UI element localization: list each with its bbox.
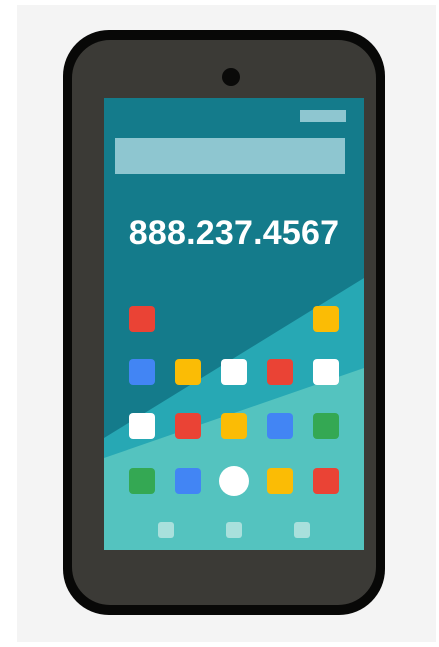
smartphone-illustration: 888.237.4567 <box>63 30 385 615</box>
app-icon[interactable] <box>313 413 339 439</box>
dock-icon[interactable] <box>226 522 242 538</box>
app-icon[interactable] <box>175 359 201 385</box>
app-icon[interactable] <box>129 468 155 494</box>
app-icon[interactable] <box>221 359 247 385</box>
status-bar <box>300 110 346 122</box>
camera-icon <box>222 68 240 86</box>
app-icon[interactable] <box>313 468 339 494</box>
app-icon[interactable] <box>175 413 201 439</box>
app-icon[interactable] <box>129 306 155 332</box>
app-icon[interactable] <box>175 468 201 494</box>
dock-icon[interactable] <box>294 522 310 538</box>
search-bar[interactable] <box>115 138 345 174</box>
app-icon[interactable] <box>129 413 155 439</box>
phone-body: 888.237.4567 <box>72 40 376 605</box>
app-icon[interactable] <box>267 359 293 385</box>
phone-number: 888.237.4567 <box>128 214 340 252</box>
app-icon[interactable] <box>267 468 293 494</box>
app-icon[interactable] <box>221 413 247 439</box>
app-icon[interactable] <box>129 359 155 385</box>
dock-icon[interactable] <box>158 522 174 538</box>
app-icon[interactable] <box>313 306 339 332</box>
app-icon[interactable] <box>313 359 339 385</box>
phone-screen: 888.237.4567 <box>104 98 364 550</box>
app-icon[interactable] <box>219 466 249 496</box>
app-icon[interactable] <box>267 413 293 439</box>
